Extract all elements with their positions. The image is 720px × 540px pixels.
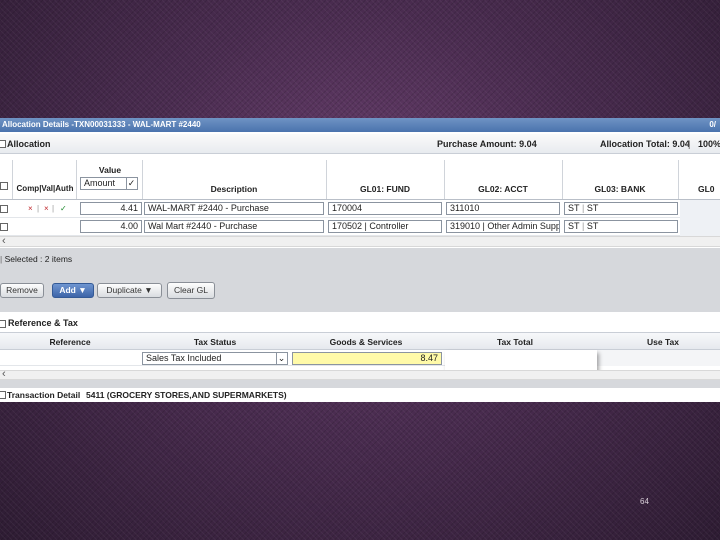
select-all-checkbox[interactable] [0,182,8,190]
allocation-section-header[interactable]: Allocation Purchase Amount: 9.04 Allocat… [0,134,720,154]
gl01-input[interactable]: 170502 | Controller [328,220,442,233]
col-reference[interactable]: Reference [0,337,140,347]
col-use-tax[interactable]: Use Tax [590,337,720,347]
allocation-percent: 100% [698,139,720,149]
tax-status-select[interactable]: Sales Tax Included ⌄ [142,352,288,365]
col-value[interactable]: Value [78,165,142,175]
col-goods-services[interactable]: Goods & Services [292,337,440,347]
popup-shadow [445,350,597,372]
value-input[interactable]: 4.41 [80,202,142,215]
description-input[interactable]: WAL-MART #2440 - Purchase [144,202,324,215]
col-comp-val-auth[interactable]: Comp|Val|Auth [14,184,76,193]
col-gl0x[interactable]: GL0 [698,184,720,194]
col-gl02[interactable]: GL02: ACCT [444,184,562,194]
chevron-down-icon: ✓ [126,178,136,189]
col-tax-status[interactable]: Tax Status [142,337,288,347]
tax-row[interactable]: Sales Tax Included ⌄ 8.47 [0,350,720,366]
gl02-input[interactable]: 311010 [446,202,560,215]
allocation-horizontal-scrollbar[interactable]: ‹ [0,235,720,247]
scroll-left-icon[interactable]: ‹ [2,235,6,247]
tax-horizontal-scrollbar[interactable]: ‹ [0,368,720,380]
allocation-grid-header: Comp|Val|Auth Value Amount ✓ Description… [0,160,720,200]
value-input[interactable]: 4.00 [80,220,142,233]
selected-count: | Selected : 2 items [0,254,73,264]
transaction-detail-value: 5411 (GROCERY STORES,AND SUPERMARKETS) [86,390,287,400]
reference-tax-collapse-checkbox[interactable] [0,320,6,328]
col-description[interactable]: Description [142,184,326,194]
chevron-down-icon: ⌄ [276,353,286,364]
allocation-total: Allocation Total: 9.04 [600,139,690,149]
reference-tax-label: Reference & Tax [8,318,78,328]
comp-flag-x-icon: × [28,204,33,213]
col-gl03[interactable]: GL03: BANK [562,184,678,194]
window-titlebar: Allocation Details -TXN00031333 - WAL-MA… [0,118,720,132]
screenshot-panel: Allocation Details -TXN00031333 - WAL-MA… [0,118,720,402]
window-title: Allocation Details -TXN00031333 - WAL-MA… [2,120,201,129]
allocation-collapse-checkbox[interactable] [0,140,6,148]
transaction-detail-label: Transaction Detail [7,390,81,400]
transaction-detail[interactable]: Transaction Detail 5411 (GROCERY STORES,… [0,388,720,402]
gl03-input[interactable]: ST | ST [564,202,678,215]
scroll-left-icon[interactable]: ‹ [2,368,6,380]
goods-services-input[interactable]: 8.47 [292,352,442,365]
value-type-select[interactable]: Amount ✓ [80,177,138,190]
reference-tax-section-header[interactable]: Reference & Tax [0,316,720,332]
description-input[interactable]: Wal Mart #2440 - Purchase [144,220,324,233]
table-row[interactable]: 4.00 Wal Mart #2440 - Purchase 170502 | … [0,218,720,236]
duplicate-button[interactable]: Duplicate ▼ [97,283,162,298]
gl03-input[interactable]: ST | ST [564,220,678,233]
row-checkbox[interactable] [0,205,8,213]
clear-gl-button[interactable]: Clear GL [167,282,215,299]
reference-tax-grid-header: Reference Tax Status Goods & Services Ta… [0,332,720,350]
allocation-footer [0,248,720,312]
slide-number: 64 [640,497,649,506]
allocation-label: Allocation [7,139,51,149]
purchase-amount: Purchase Amount: 9.04 [437,139,537,149]
table-row[interactable]: × | × | ✓ 4.41 WAL-MART #2440 - Purchase… [0,200,720,218]
window-title-right: 0/ [709,120,716,129]
add-button[interactable]: Add ▼ [52,283,94,298]
row-checkbox[interactable] [0,223,8,231]
gl02-input[interactable]: 319010 | Other Admin Supplie [446,220,560,233]
gl01-input[interactable]: 170004 [328,202,442,215]
transaction-detail-checkbox[interactable] [0,391,6,399]
col-tax-total[interactable]: Tax Total [442,337,588,347]
val-flag-x-icon: × [44,204,49,213]
remove-button[interactable]: Remove [0,283,44,298]
col-gl01[interactable]: GL01: FUND [326,184,444,194]
auth-check-icon: ✓ [60,204,67,213]
